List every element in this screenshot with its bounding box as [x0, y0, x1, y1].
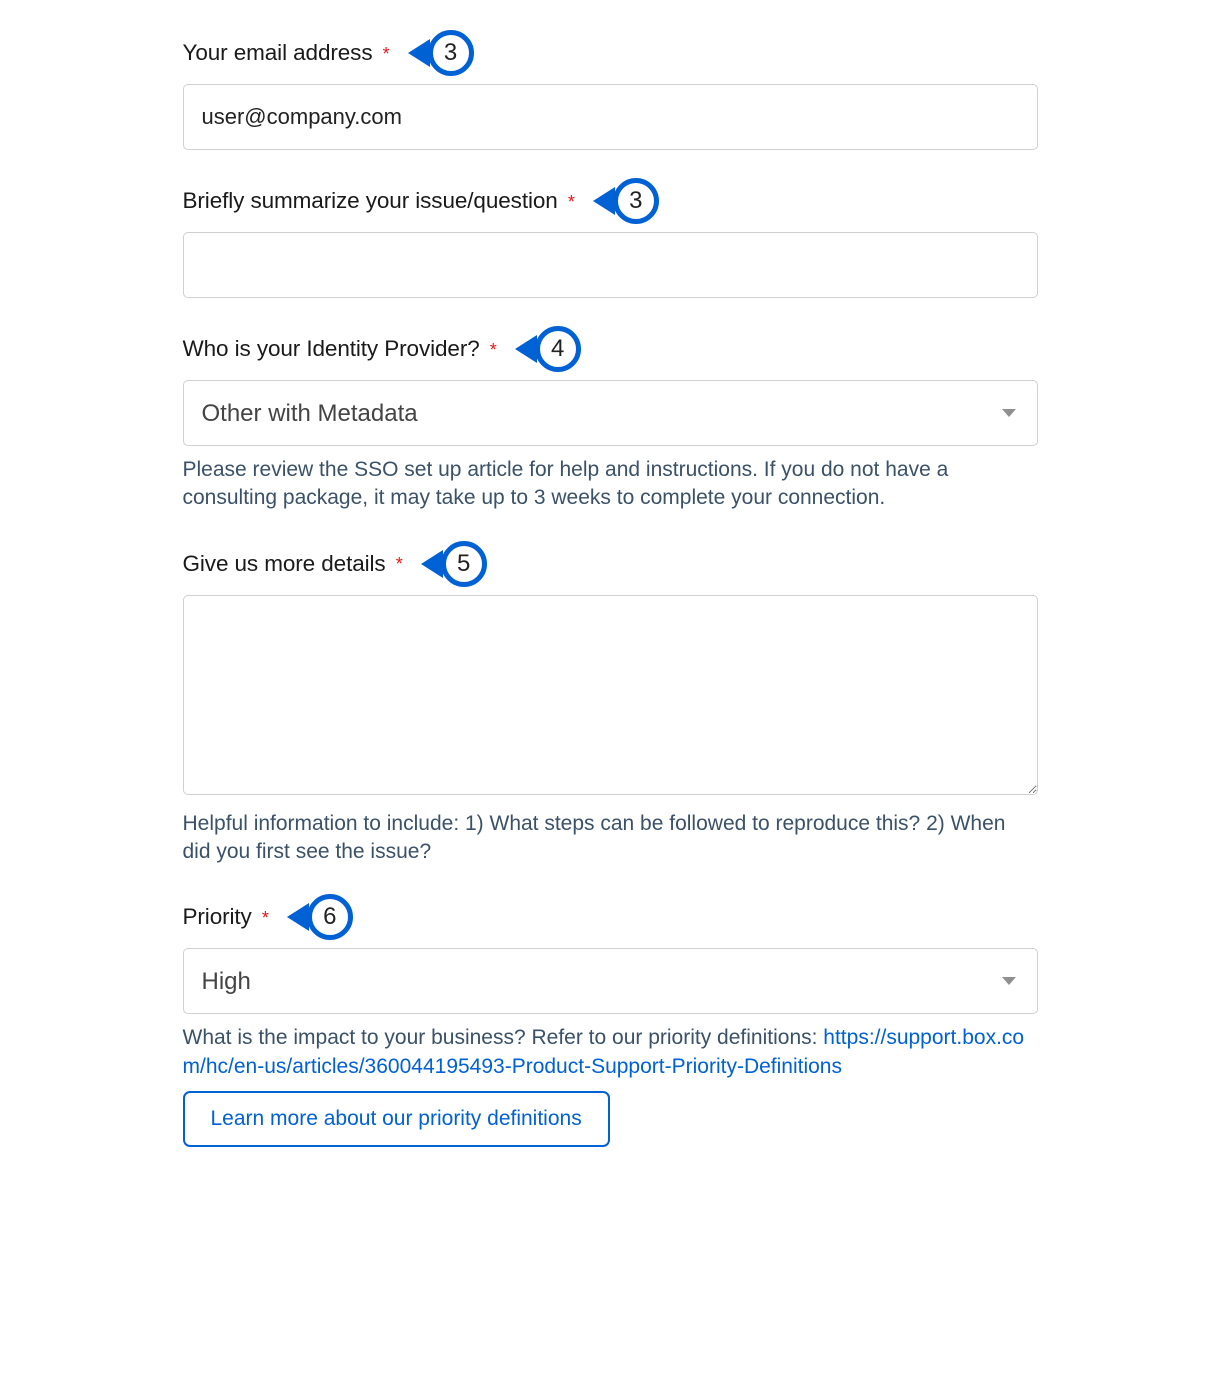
- required-asterisk: *: [568, 192, 575, 212]
- details-help-text: Helpful information to include: 1) What …: [183, 810, 1038, 867]
- callout-number: 4: [535, 326, 581, 372]
- email-input[interactable]: [183, 84, 1038, 150]
- idp-select-wrap: Other with Metadata: [183, 380, 1038, 446]
- field-priority: Priority * 6 High What is the impact to …: [183, 894, 1038, 1147]
- field-email: Your email address * 3: [183, 30, 1038, 150]
- email-label: Your email address *: [183, 40, 390, 66]
- callout-tail-icon: [515, 335, 537, 363]
- field-summary: Briefly summarize your issue/question * …: [183, 178, 1038, 298]
- callout-tail-icon: [408, 39, 430, 67]
- learn-more-button[interactable]: Learn more about our priority definition…: [183, 1091, 610, 1147]
- label-row: Your email address * 3: [183, 30, 1038, 76]
- idp-help-text: Please review the SSO set up article for…: [183, 456, 1038, 513]
- idp-select[interactable]: Other with Metadata: [183, 380, 1038, 446]
- callout-badge-4: 4: [515, 326, 581, 372]
- callout-badge-3b: 3: [593, 178, 659, 224]
- callout-tail-icon: [421, 550, 443, 578]
- priority-select[interactable]: High: [183, 948, 1038, 1014]
- priority-label: Priority *: [183, 904, 269, 930]
- idp-label: Who is your Identity Provider? *: [183, 336, 497, 362]
- support-form: Your email address * 3 Briefly summarize…: [183, 30, 1038, 1147]
- label-text: Priority: [183, 904, 252, 929]
- field-identity-provider: Who is your Identity Provider? * 4 Other…: [183, 326, 1038, 513]
- priority-help-prefix: What is the impact to your business? Ref…: [183, 1026, 824, 1049]
- summary-label: Briefly summarize your issue/question *: [183, 188, 575, 214]
- label-row: Who is your Identity Provider? * 4: [183, 326, 1038, 372]
- label-text: Your email address: [183, 40, 373, 65]
- callout-number: 6: [307, 894, 353, 940]
- callout-badge-6: 6: [287, 894, 353, 940]
- label-text: Give us more details: [183, 551, 386, 576]
- details-textarea[interactable]: [183, 595, 1038, 795]
- required-asterisk: *: [396, 554, 403, 574]
- label-row: Priority * 6: [183, 894, 1038, 940]
- callout-number: 5: [441, 541, 487, 587]
- callout-badge-5: 5: [421, 541, 487, 587]
- required-asterisk: *: [383, 44, 390, 64]
- label-text: Who is your Identity Provider?: [183, 336, 480, 361]
- priority-help-text: What is the impact to your business? Ref…: [183, 1024, 1038, 1081]
- label-row: Give us more details * 5: [183, 541, 1038, 587]
- summary-input[interactable]: [183, 232, 1038, 298]
- callout-badge-3: 3: [408, 30, 474, 76]
- field-details: Give us more details * 5 Helpful informa…: [183, 541, 1038, 867]
- details-label: Give us more details *: [183, 551, 403, 577]
- required-asterisk: *: [490, 340, 497, 360]
- callout-number: 3: [428, 30, 474, 76]
- priority-select-wrap: High: [183, 948, 1038, 1014]
- callout-number: 3: [613, 178, 659, 224]
- required-asterisk: *: [262, 908, 269, 928]
- callout-tail-icon: [287, 903, 309, 931]
- label-text: Briefly summarize your issue/question: [183, 188, 558, 213]
- callout-tail-icon: [593, 187, 615, 215]
- label-row: Briefly summarize your issue/question * …: [183, 178, 1038, 224]
